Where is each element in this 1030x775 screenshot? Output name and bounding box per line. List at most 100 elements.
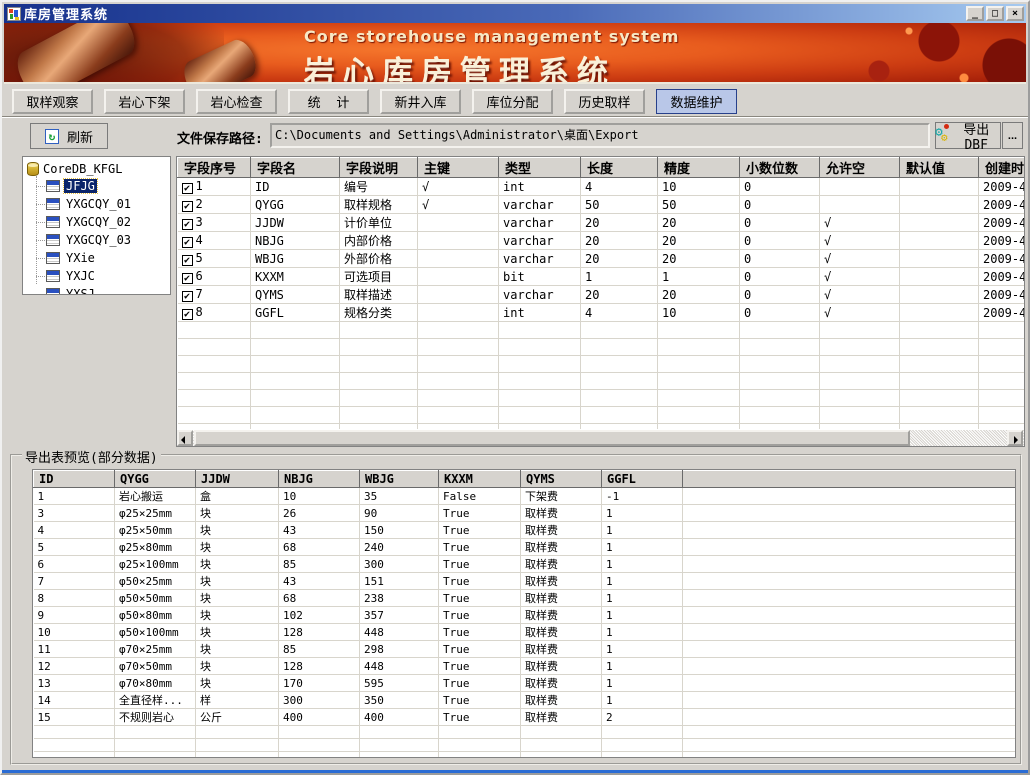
window-control-button[interactable]: □ (986, 6, 1004, 21)
toolbar-button[interactable]: 历史取样 (564, 89, 645, 114)
fields-column-header[interactable]: 允许空 (820, 158, 900, 178)
table-icon (46, 270, 60, 282)
checked-checkbox-icon[interactable]: ✔ (182, 183, 193, 194)
scroll-left-arrow-icon[interactable] (177, 430, 193, 446)
browse-button[interactable]: ... (1002, 122, 1023, 149)
fields-column-header[interactable]: 创建时 (979, 158, 1025, 178)
tree-item[interactable]: JFJG (27, 177, 170, 195)
save-path-input[interactable]: C:\Documents and Settings\Administrator\… (270, 123, 930, 148)
empty-cell (360, 726, 439, 739)
preview-column-header[interactable]: WBJG (360, 471, 439, 488)
toolbar-button[interactable]: 库位分配 (472, 89, 553, 114)
fields-column-header[interactable]: 字段说明 (340, 158, 418, 178)
fields-row[interactable]: ✔5 WBJG 外部价格 varchar 20 20 0 √ 2009-4- (178, 250, 1025, 268)
empty-cell (34, 726, 115, 739)
toolbar-button[interactable]: 数据维护 (656, 89, 737, 114)
empty-cell (979, 424, 1025, 430)
horizontal-scrollbar[interactable] (177, 430, 1024, 446)
fields-column-header[interactable]: 长度 (581, 158, 658, 178)
preview-row[interactable]: 4 φ25×50mm 块 43 150 True 取样费 1 (34, 522, 1016, 539)
window-control-button[interactable]: _ (966, 6, 984, 21)
tree-item[interactable]: YXGCQY_03 (27, 231, 170, 249)
fields-row[interactable]: ✔2 QYGG 取样规格 √ varchar 50 50 0 2009-4- (178, 196, 1025, 214)
preview-row[interactable]: 7 φ50×25mm 块 43 151 True 取样费 1 (34, 573, 1016, 590)
tree-item[interactable]: YXGCQY_02 (27, 213, 170, 231)
checked-checkbox-icon[interactable]: ✔ (182, 291, 193, 302)
refresh-button[interactable]: ↻ 刷新 (30, 123, 108, 149)
tree-item[interactable]: YXGCQY_01 (27, 195, 170, 213)
fields-row[interactable]: ✔8 GGFL 规格分类 int 4 10 0 √ 2009-4- (178, 304, 1025, 322)
empty-cell (439, 726, 521, 739)
fields-column-header[interactable]: 默认值 (900, 158, 979, 178)
preview-row[interactable]: 8 φ50×50mm 块 68 238 True 取样费 1 (34, 590, 1016, 607)
empty-cell (581, 322, 658, 339)
window-control-button[interactable]: × (1006, 6, 1024, 21)
checked-checkbox-icon[interactable]: ✔ (182, 255, 193, 266)
fields-row[interactable]: ✔1 ID 编号 √ int 4 10 0 2009-4- (178, 178, 1025, 196)
preview-id-cell: 4 (34, 522, 115, 539)
toolbar-button[interactable]: 统 计 (288, 89, 369, 114)
preview-column-header[interactable]: QYMS (521, 471, 602, 488)
field-scale-cell: 0 (740, 214, 820, 232)
toolbar-button[interactable]: 新井入库 (380, 89, 461, 114)
preview-row[interactable]: 1 岩心搬运 盒 10 35 False 下架费 -1 (34, 488, 1016, 505)
tree-item[interactable]: YXJC (27, 267, 170, 285)
scroll-right-arrow-icon[interactable] (1007, 430, 1023, 446)
empty-cell (740, 424, 820, 430)
empty-cell (418, 373, 499, 390)
preview-column-header[interactable]: NBJG (279, 471, 360, 488)
preview-column-header[interactable]: JJDW (196, 471, 279, 488)
empty-cell (439, 752, 521, 759)
tree-root-node[interactable]: CoreDB_KFGL (27, 160, 170, 177)
preview-row[interactable]: 3 φ25×25mm 块 26 90 True 取样费 1 (34, 505, 1016, 522)
checked-checkbox-icon[interactable]: ✔ (182, 309, 193, 320)
refresh-label: 刷新 (67, 127, 93, 146)
table-icon (46, 288, 60, 295)
checked-checkbox-icon[interactable]: ✔ (182, 219, 193, 230)
preview-column-header[interactable]: ID (34, 471, 115, 488)
fields-column-header[interactable]: 小数位数 (740, 158, 820, 178)
preview-row[interactable]: 12 φ70×50mm 块 128 448 True 取样费 1 (34, 658, 1016, 675)
scrollbar-thumb[interactable] (194, 430, 910, 446)
preview-column-header[interactable]: GGFL (602, 471, 683, 488)
field-scale-cell: 0 (740, 196, 820, 214)
fields-column-header[interactable]: 字段名 (251, 158, 340, 178)
field-length-cell: 20 (581, 250, 658, 268)
preview-row[interactable]: 15 不规则岩心 公斤 400 400 True 取样费 2 (34, 709, 1016, 726)
tree-item[interactable]: YXSJ (27, 285, 170, 295)
fields-row[interactable]: ✔4 NBJG 内部价格 varchar 20 20 0 √ 2009-4- (178, 232, 1025, 250)
preview-row[interactable]: 13 φ70×80mm 块 170 595 True 取样费 1 (34, 675, 1016, 692)
fields-row[interactable]: ✔7 QYMS 取样描述 varchar 20 20 0 √ 2009-4- (178, 286, 1025, 304)
tree-item[interactable]: YXie (27, 249, 170, 267)
toolbar-button[interactable]: 取样观察 (12, 89, 93, 114)
empty-cell (740, 356, 820, 373)
preview-row[interactable]: 10 φ50×100mm 块 128 448 True 取样费 1 (34, 624, 1016, 641)
preview-ggfl-cell: 1 (602, 590, 683, 607)
fields-row[interactable]: ✔6 KXXM 可选项目 bit 1 1 0 √ 2009-4- (178, 268, 1025, 286)
preview-id-cell: 7 (34, 573, 115, 590)
preview-column-header[interactable]: QYGG (115, 471, 196, 488)
field-scale-cell: 0 (740, 304, 820, 322)
fields-column-header[interactable]: 精度 (658, 158, 740, 178)
fields-column-header[interactable]: 字段序号 (178, 158, 251, 178)
preview-nbjg-cell: 68 (279, 539, 360, 556)
field-default-cell (900, 268, 979, 286)
checked-checkbox-icon[interactable]: ✔ (182, 273, 193, 284)
empty-cell (360, 752, 439, 759)
checked-checkbox-icon[interactable]: ✔ (182, 201, 193, 212)
preview-column-header[interactable]: KXXM (439, 471, 521, 488)
preview-column-header[interactable] (683, 471, 1016, 488)
fields-column-header[interactable]: 类型 (499, 158, 581, 178)
fields-column-header[interactable]: 主键 (418, 158, 499, 178)
preview-nbjg-cell: 43 (279, 573, 360, 590)
toolbar-button[interactable]: 岩心检查 (196, 89, 277, 114)
checked-checkbox-icon[interactable]: ✔ (182, 237, 193, 248)
preview-row[interactable]: 5 φ25×80mm 块 68 240 True 取样费 1 (34, 539, 1016, 556)
preview-row[interactable]: 9 φ50×80mm 块 102 357 True 取样费 1 (34, 607, 1016, 624)
fields-row[interactable]: ✔3 JJDW 计价单位 varchar 20 20 0 √ 2009-4- (178, 214, 1025, 232)
preview-row[interactable]: 14 全直径样... 样 300 350 True 取样费 1 (34, 692, 1016, 709)
preview-row[interactable]: 11 φ70×25mm 块 85 298 True 取样费 1 (34, 641, 1016, 658)
preview-row[interactable]: 6 φ25×100mm 块 85 300 True 取样费 1 (34, 556, 1016, 573)
export-dbf-button[interactable]: ⚙⚙ 导出DBF (935, 122, 1001, 149)
toolbar-button[interactable]: 岩心下架 (104, 89, 185, 114)
